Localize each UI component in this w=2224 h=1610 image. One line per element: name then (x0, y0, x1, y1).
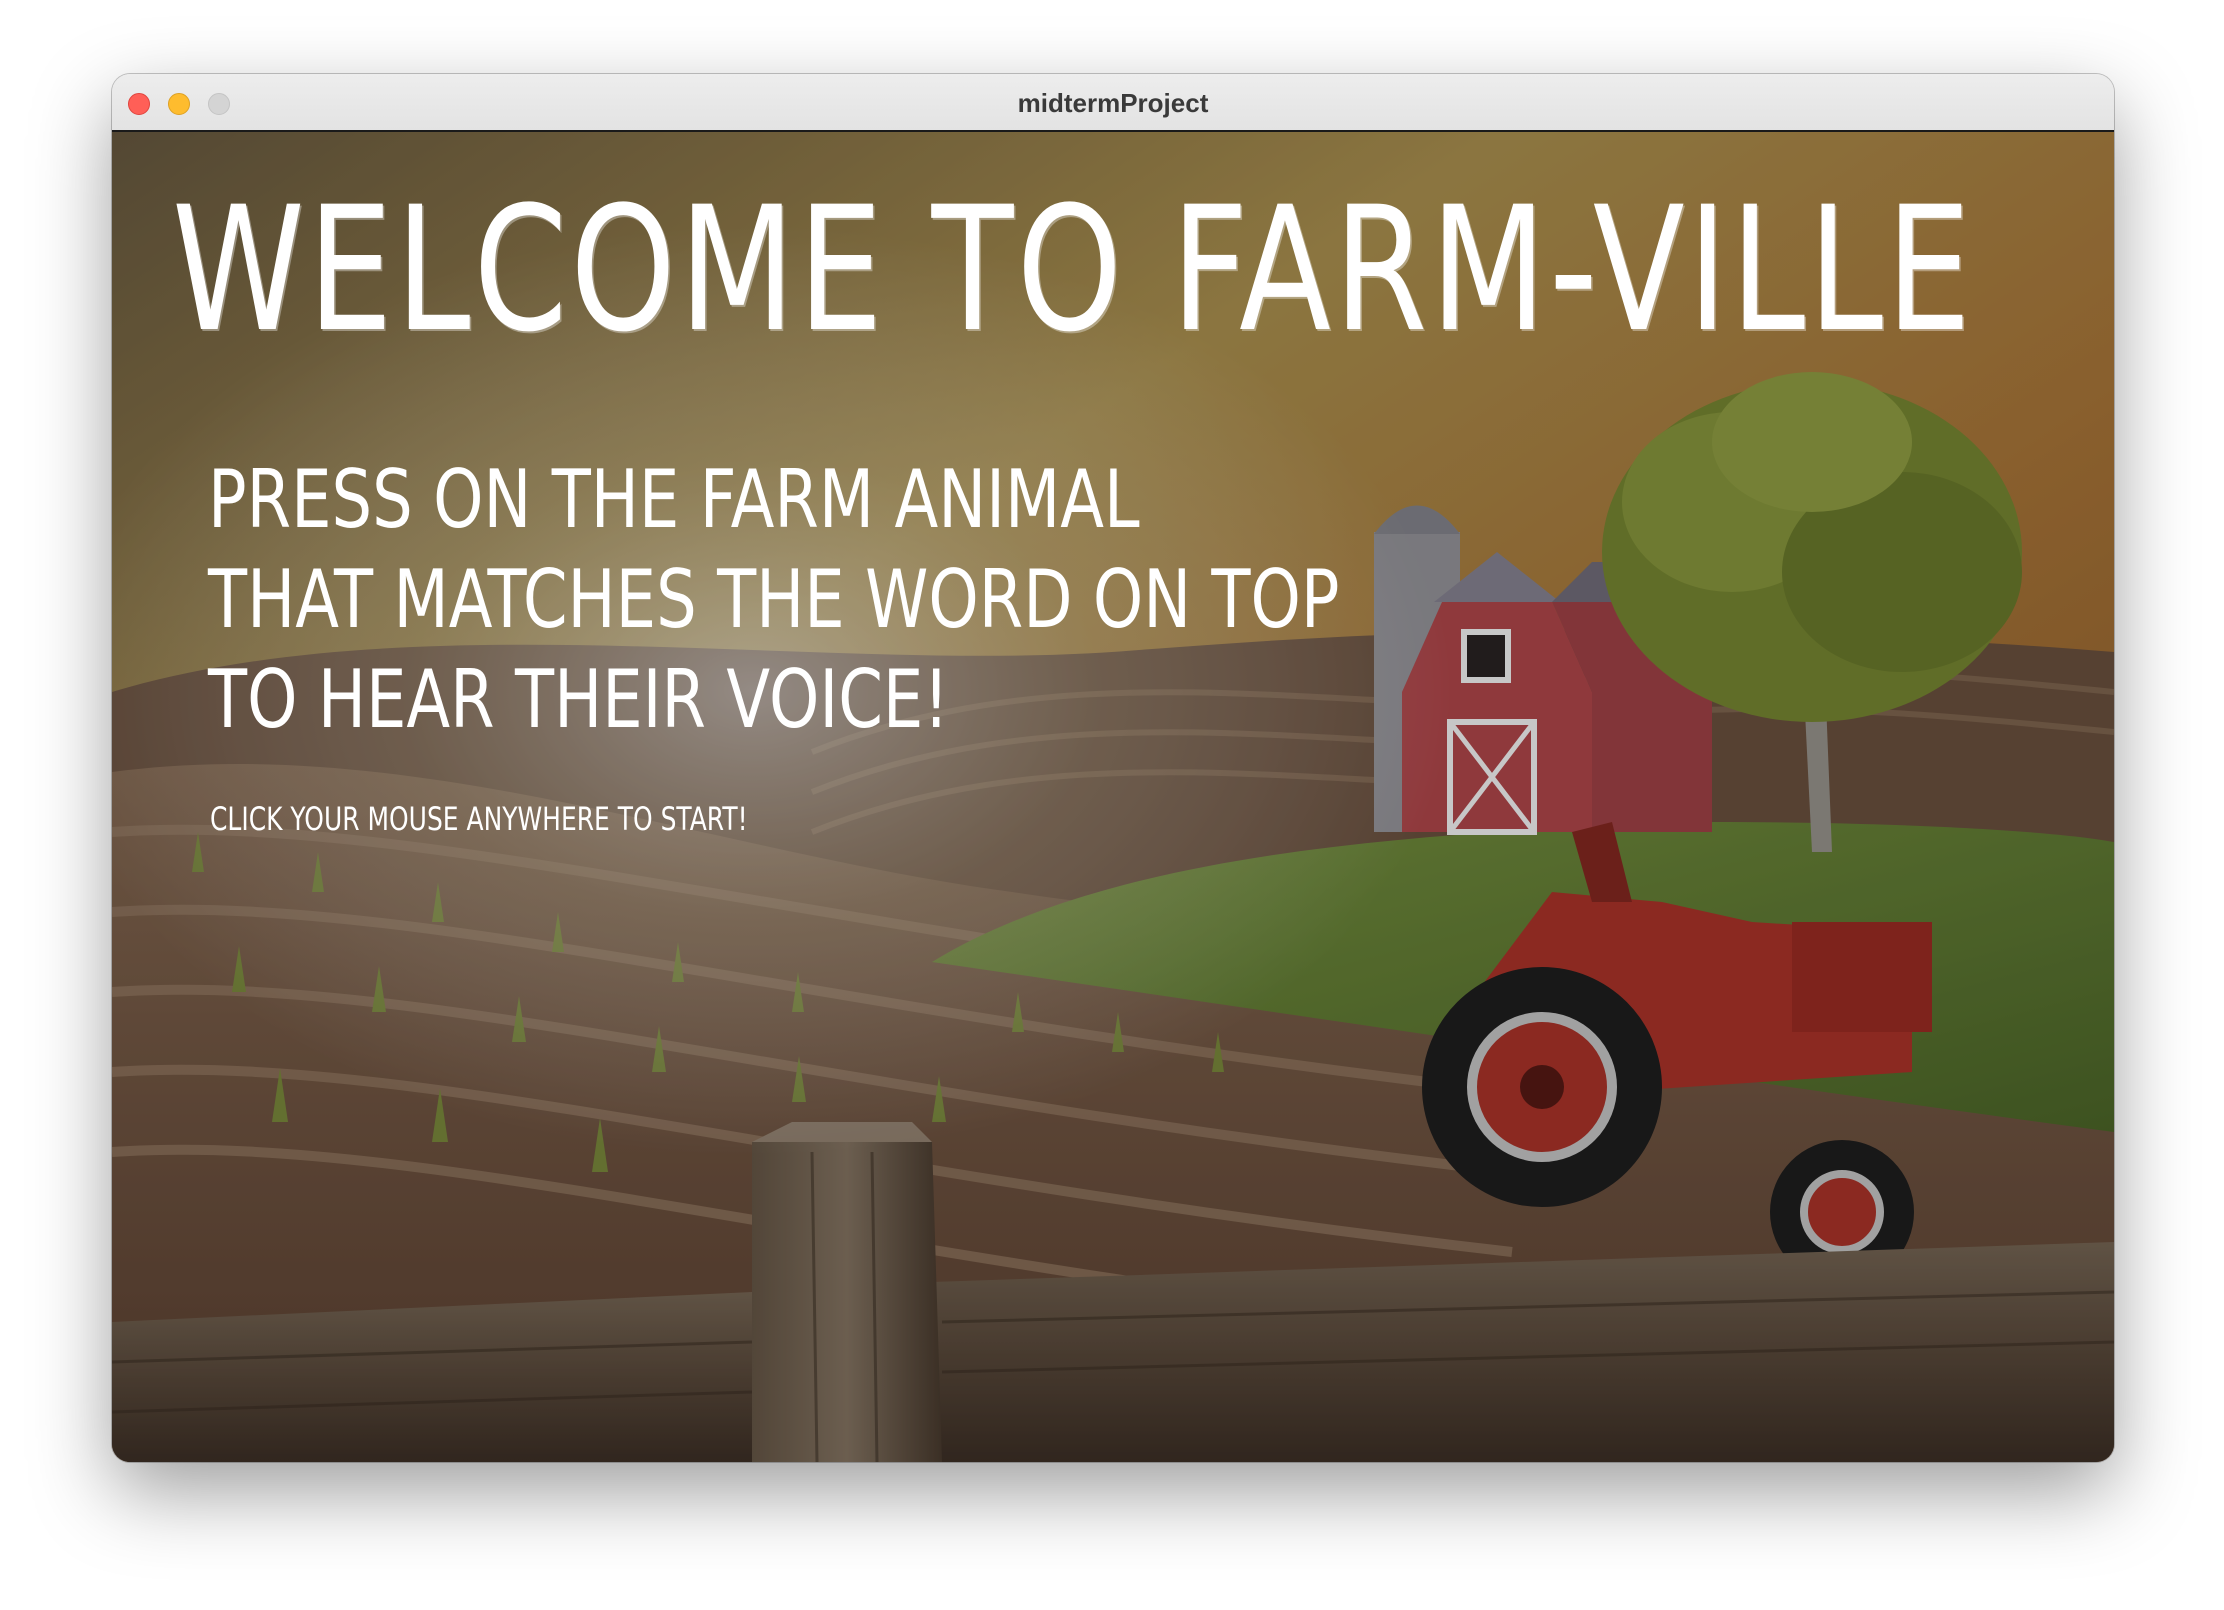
welcome-headline: WELCOME TO FARM-VILLE (172, 169, 1975, 370)
instruction-line-3: TO HEAR THEIR VOICE! (208, 653, 949, 746)
instruction-line-2: THAT MATCHES THE WORD ON TOP (208, 553, 1340, 646)
window-title: midtermProject (1017, 88, 1209, 118)
game-canvas[interactable]: WELCOME TO FARM-VILLE PRESS ON THE FARM … (112, 132, 2114, 1462)
instructions-text: PRESS ON THE FARM ANIMAL THAT MATCHES TH… (208, 450, 1339, 750)
app-window: midtermProject WELCOME TO FARM-VILLE PRE… (112, 74, 2114, 1462)
instruction-line-1: PRESS ON THE FARM ANIMAL (208, 453, 1140, 546)
title-bar: midtermProject (112, 74, 2114, 132)
start-hint: CLICK YOUR MOUSE ANYWHERE TO START! (210, 800, 748, 838)
